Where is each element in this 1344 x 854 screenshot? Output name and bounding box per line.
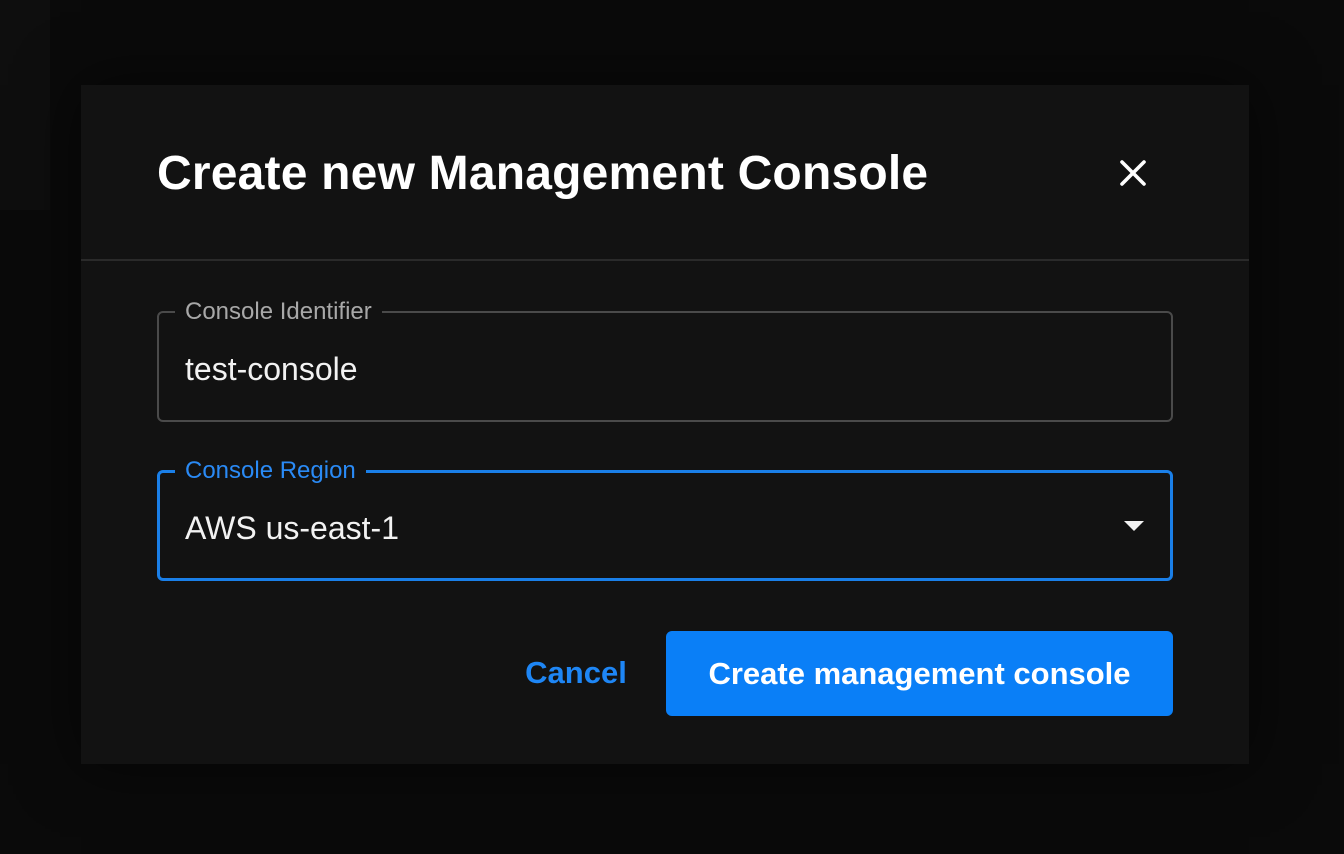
background-panel	[0, 0, 50, 210]
console-region-value[interactable]: AWS us-east-1	[185, 508, 399, 548]
dialog-title: Create new Management Console	[157, 147, 929, 200]
chevron-down-icon[interactable]	[1124, 521, 1144, 531]
close-button[interactable]	[1115, 155, 1151, 191]
console-region-select[interactable]: Console Region AWS us-east-1	[157, 456, 1173, 581]
dialog-header: Create new Management Console	[81, 85, 1249, 261]
console-identifier-label: Console Identifier	[175, 297, 382, 327]
cancel-button[interactable]: Cancel	[511, 631, 641, 715]
console-region-label: Console Region	[175, 456, 366, 486]
close-icon	[1120, 160, 1146, 186]
create-console-dialog: Create new Management Console Console Id…	[81, 85, 1249, 764]
console-identifier-input[interactable]: test-console	[185, 349, 358, 389]
console-identifier-field[interactable]: Console Identifier test-console	[157, 297, 1173, 422]
create-management-console-button[interactable]: Create management console	[666, 631, 1173, 716]
